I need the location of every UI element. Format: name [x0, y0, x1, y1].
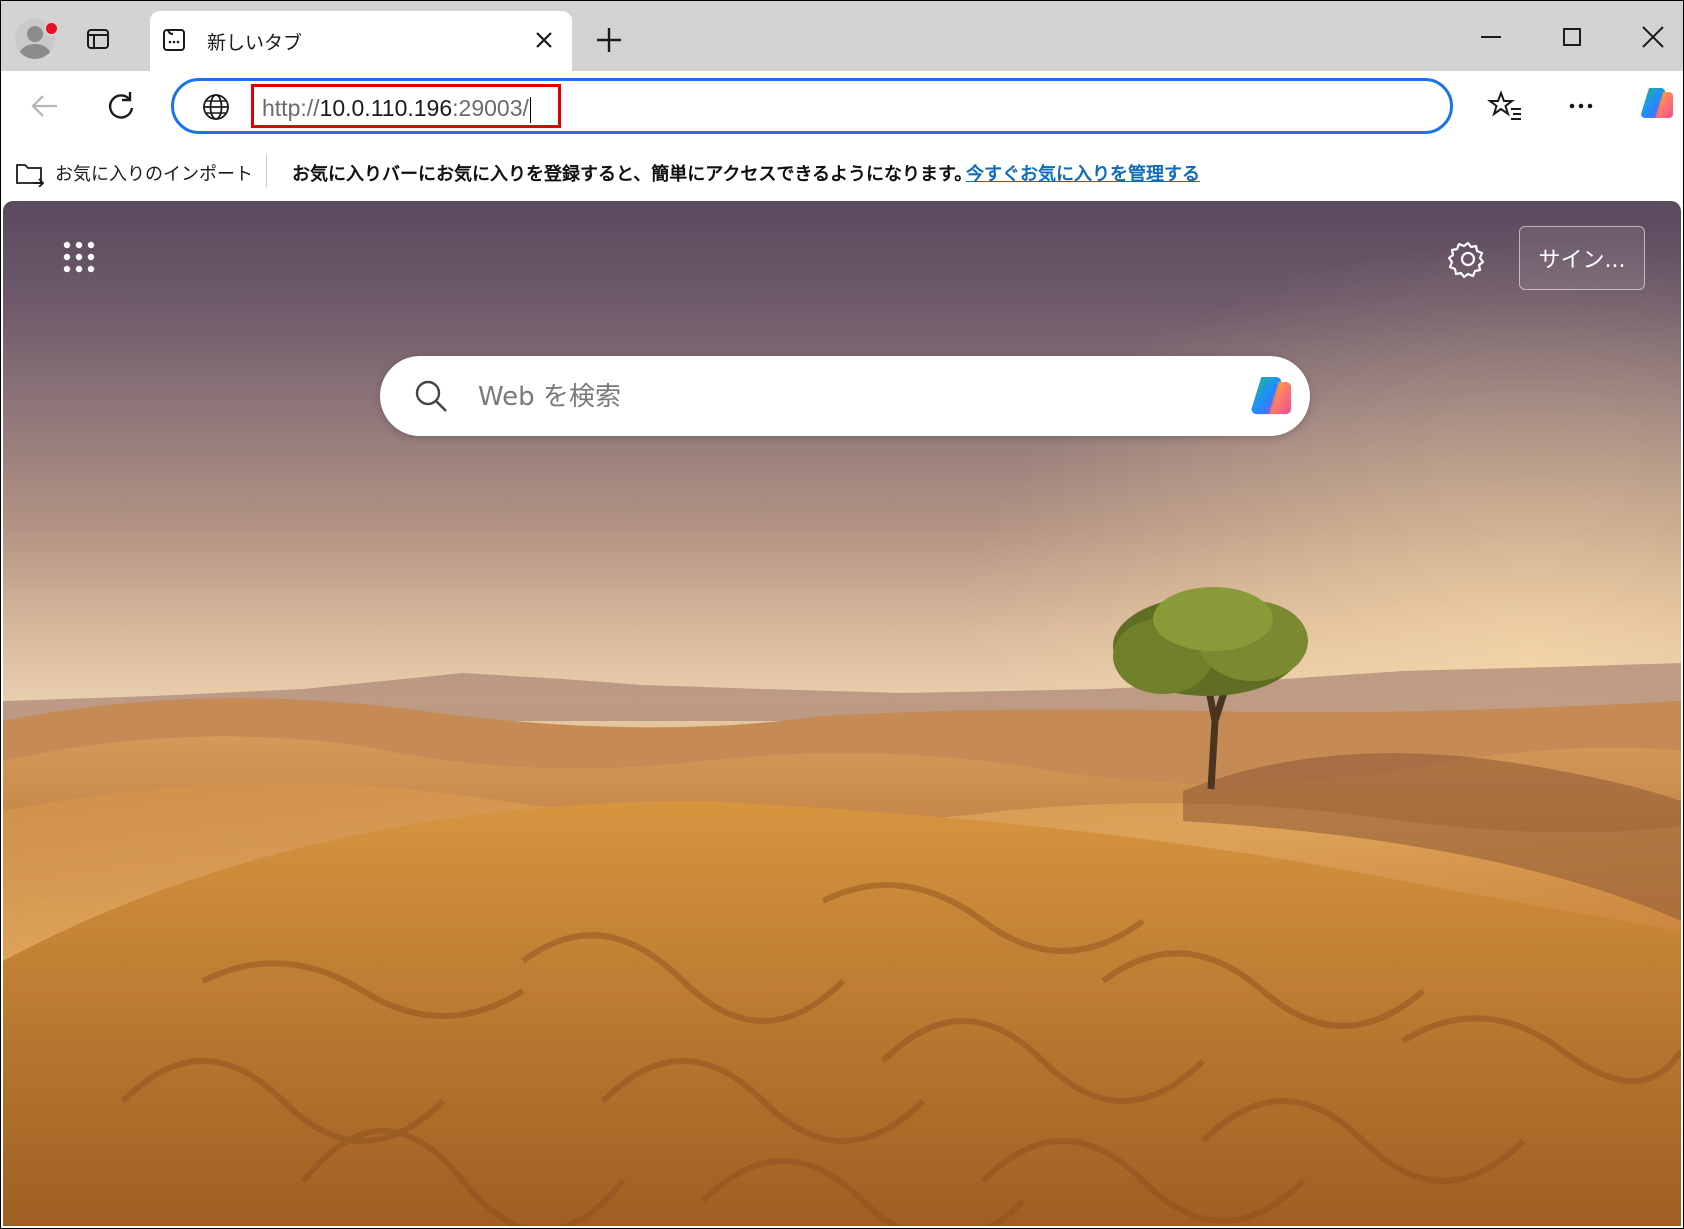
- maximize-icon[interactable]: [1554, 19, 1590, 55]
- close-tab-icon[interactable]: [532, 28, 556, 52]
- sign-in-button[interactable]: サイン...: [1519, 226, 1645, 290]
- copilot-search-icon[interactable]: [1244, 372, 1296, 424]
- url-highlight-box: http://10.0.110.196:29003/: [251, 84, 561, 128]
- import-favorites-label: お気に入りのインポート: [55, 164, 253, 185]
- url-host: 10.0.110.196: [319, 95, 453, 121]
- url-protocol: http://: [262, 95, 320, 121]
- favorites-separator: [266, 155, 267, 187]
- new-tab-favicon-icon: [163, 29, 185, 51]
- tab-title: 新しいタブ: [207, 32, 303, 54]
- settings-gear-icon[interactable]: [1448, 239, 1488, 279]
- search-icon: [415, 380, 447, 412]
- more-options-icon[interactable]: [1563, 88, 1599, 124]
- import-favorites-button[interactable]: お気に入りのインポート: [15, 157, 253, 189]
- tab-strip: 新しいタブ: [1, 1, 1683, 71]
- apps-grid-icon[interactable]: [59, 237, 99, 277]
- new-tab-plus-icon[interactable]: [594, 25, 624, 55]
- url-text[interactable]: http://10.0.110.196:29003/: [262, 95, 531, 123]
- address-bar[interactable]: http://10.0.110.196:29003/: [171, 78, 1453, 134]
- globe-icon: [203, 94, 229, 120]
- folder-import-icon: [16, 164, 45, 187]
- url-port: :29003/: [452, 95, 529, 121]
- toolbar: http://10.0.110.196:29003/: [1, 71, 1683, 145]
- web-search-box[interactable]: [380, 356, 1310, 436]
- notification-dot-icon: [44, 21, 59, 36]
- browser-window: 新しいタブ http://10.0.110.196:29003/ お気に入りのイ…: [0, 0, 1684, 1229]
- desert-background-image: [3, 587, 1681, 1226]
- copilot-icon[interactable]: [1635, 84, 1677, 126]
- favorites-star-icon[interactable]: [1487, 88, 1523, 124]
- favorites-bar: お気に入りのインポート お気に入りバーにお気に入りを登録すると、簡単にアクセスで…: [1, 145, 1683, 201]
- minimize-icon[interactable]: [1473, 19, 1509, 55]
- manage-favorites-link[interactable]: 今すぐお気に入りを管理する: [966, 160, 1200, 186]
- tab-new-tab[interactable]: 新しいタブ: [150, 11, 572, 71]
- web-search-input[interactable]: [476, 374, 1180, 420]
- refresh-icon[interactable]: [103, 88, 139, 124]
- close-window-icon[interactable]: [1635, 19, 1671, 55]
- tab-actions-icon[interactable]: [86, 27, 110, 51]
- back-arrow-icon[interactable]: [27, 88, 63, 124]
- new-tab-page: サイン...: [3, 201, 1681, 1226]
- text-caret: [529, 96, 531, 123]
- favorites-bar-message: お気に入りバーにお気に入りを登録すると、簡単にアクセスできるようになります。: [292, 164, 973, 185]
